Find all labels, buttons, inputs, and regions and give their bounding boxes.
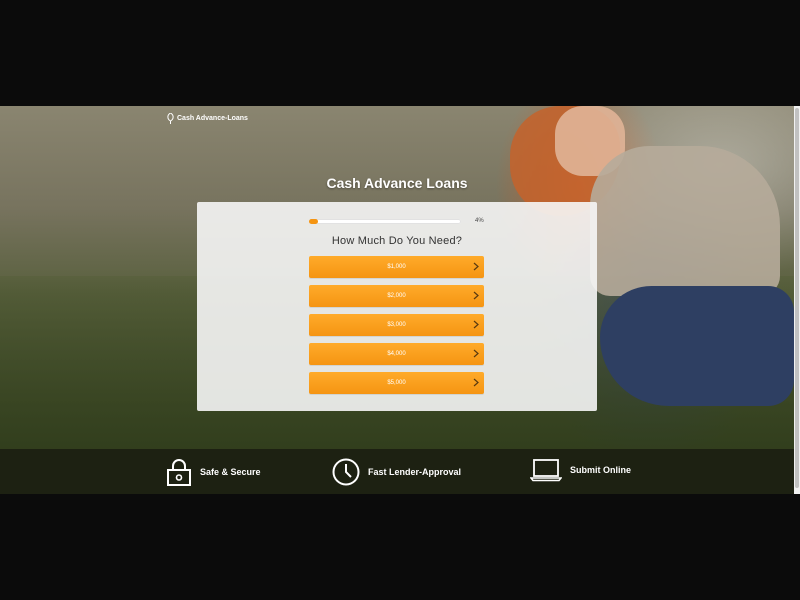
feature-submit-online: Submit Online — [530, 458, 631, 482]
mother-jeans — [600, 286, 794, 406]
progress-fill — [309, 219, 319, 224]
amount-options: $1,000 $2,000 $3,000 $4,000 $5,000 — [309, 256, 484, 401]
amount-option-label: $5,000 — [387, 380, 406, 386]
feature-label: Submit Online — [570, 465, 632, 475]
viewport: Cash Advance-Loans Cash Advance Loans 4%… — [0, 0, 800, 600]
bottom-letterbox — [0, 494, 800, 600]
progress-bar — [309, 219, 461, 224]
chevron-right-icon — [473, 291, 479, 300]
amount-option-4000[interactable]: $4,000 — [309, 343, 484, 365]
features-bar: Safe & Secure Fast Lender-Approval Submi… — [0, 449, 794, 494]
site-logo[interactable]: Cash Advance-Loans — [166, 113, 248, 124]
feature-safe-secure: Safe & Secure — [166, 458, 261, 486]
mother-shirt — [590, 146, 780, 296]
logo-text: Cash Advance-Loans — [177, 115, 248, 122]
scrollbar-thumb[interactable] — [795, 108, 799, 488]
amount-option-label: $3,000 — [387, 322, 406, 328]
feature-fast-approval: Fast Lender-Approval — [332, 458, 461, 486]
amount-option-2000[interactable]: $2,000 — [309, 285, 484, 307]
clock-icon — [332, 458, 360, 486]
feature-label: Fast Lender-Approval — [368, 467, 462, 477]
leaf-logo-icon — [167, 113, 174, 124]
progress-percent: 4% — [475, 218, 484, 224]
chevron-right-icon — [473, 378, 479, 387]
loan-form-card: 4% How Much Do You Need? $1,000 $2,000 $… — [197, 202, 597, 411]
amount-option-label: $1,000 — [387, 264, 406, 270]
chevron-right-icon — [473, 262, 479, 271]
page-title: Cash Advance Loans — [326, 175, 468, 191]
amount-option-3000[interactable]: $3,000 — [309, 314, 484, 336]
page-scrollbar[interactable] — [794, 106, 800, 494]
chevron-right-icon — [473, 320, 479, 329]
amount-option-1000[interactable]: $1,000 — [309, 256, 484, 278]
amount-option-5000[interactable]: $5,000 — [309, 372, 484, 394]
lock-icon — [167, 459, 191, 486]
question-heading: How Much Do You Need? — [331, 235, 463, 247]
amount-option-label: $4,000 — [387, 351, 406, 357]
feature-label: Safe & Secure — [200, 467, 261, 477]
laptop-icon — [530, 459, 562, 482]
amount-option-label: $2,000 — [387, 293, 406, 299]
top-letterbox — [0, 0, 800, 106]
chevron-right-icon — [473, 349, 479, 358]
